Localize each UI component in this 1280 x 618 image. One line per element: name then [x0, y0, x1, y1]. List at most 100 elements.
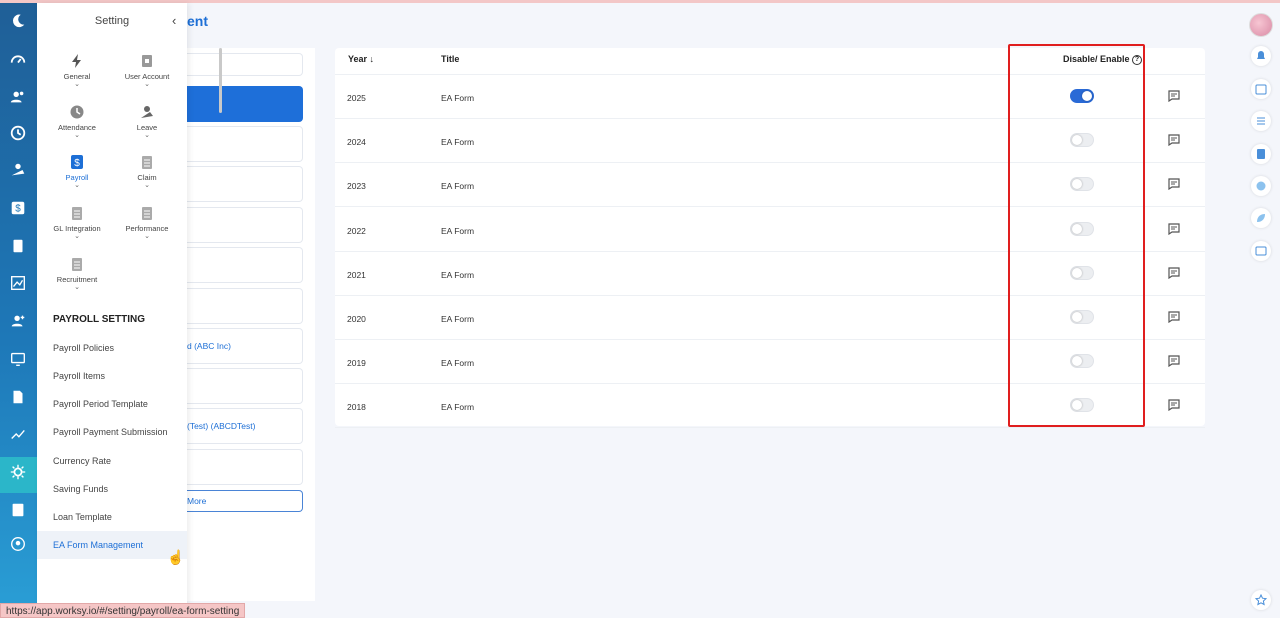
calendar-icon[interactable] — [1251, 79, 1271, 99]
enable-toggle[interactable] — [1070, 177, 1094, 192]
menu-loan-template[interactable]: Loan Template — [53, 512, 112, 522]
clock-icon[interactable] — [1251, 176, 1271, 196]
table-row: 2019 EA Form — [335, 340, 1205, 385]
gear-icon[interactable] — [8, 462, 28, 482]
user-add-icon[interactable] — [8, 311, 28, 331]
cell-year: 2019 — [347, 358, 366, 369]
lock-icon — [142, 55, 152, 67]
company-item-selected[interactable] — [187, 86, 303, 122]
category-recruitment[interactable]: Recruitment ⌄ — [42, 256, 112, 292]
company-item[interactable] — [187, 247, 303, 283]
moon-logo-icon[interactable] — [8, 11, 28, 31]
enable-toggle[interactable] — [1070, 310, 1094, 324]
enable-toggle[interactable] — [1070, 265, 1094, 280]
menu-payroll-period-template[interactable]: Payroll Period Template — [53, 399, 148, 409]
company-name: d (ABC Inc) — [187, 341, 231, 351]
cell-title: EA Form — [441, 137, 475, 148]
clipboard-icon — [72, 207, 82, 220]
category-general[interactable]: General ⌄ — [42, 53, 112, 89]
star-icon[interactable] — [1251, 590, 1271, 610]
users-icon[interactable] — [8, 87, 28, 107]
cell-title: EA Form — [441, 269, 475, 280]
chevron-down-icon: ⌄ — [144, 233, 150, 240]
menu-ea-form-management[interactable]: EA Form Management — [53, 540, 143, 550]
category-user-account[interactable]: User Account ⌄ — [112, 53, 182, 89]
category-performance[interactable]: Performance ⌄ — [112, 205, 182, 241]
more-button[interactable]: More — [187, 490, 303, 512]
comment-icon[interactable] — [1168, 178, 1180, 191]
status-bar-url: https://app.worksy.io/#/setting/payroll/… — [0, 603, 246, 618]
enable-toggle[interactable] — [1070, 89, 1094, 103]
company-item[interactable] — [187, 449, 303, 485]
collapse-chevron-icon[interactable]: ‹ — [172, 13, 176, 28]
code-icon[interactable] — [1251, 241, 1271, 261]
menu-payroll-payment-submission[interactable]: Payroll Payment Submission — [53, 427, 168, 437]
help-circle-icon[interactable]: ? — [1132, 54, 1143, 65]
enable-toggle[interactable] — [1070, 221, 1094, 236]
clipboard-icon[interactable] — [1251, 144, 1271, 164]
menu-saving-funds[interactable]: Saving Funds — [53, 484, 108, 494]
bell-icon[interactable] — [1251, 46, 1271, 66]
file-icon[interactable] — [8, 500, 28, 520]
category-claim[interactable]: Claim ⌄ — [112, 154, 182, 190]
toggle-knob — [1082, 91, 1092, 101]
cell-year: 2025 — [347, 93, 366, 103]
comment-icon[interactable] — [1168, 134, 1180, 147]
enable-toggle[interactable] — [1070, 398, 1094, 413]
leave-icon[interactable] — [8, 160, 28, 180]
comment-icon[interactable] — [1168, 222, 1180, 235]
comment-icon[interactable] — [1168, 267, 1180, 279]
category-attendance[interactable]: Attendance ⌄ — [42, 104, 112, 140]
document-icon[interactable] — [8, 387, 28, 407]
dashboard-icon[interactable] — [8, 49, 28, 69]
enable-toggle[interactable] — [1070, 354, 1094, 369]
cell-year: 2022 — [347, 225, 366, 236]
toggle-knob — [1072, 135, 1082, 146]
flyout-scrollbar[interactable] — [219, 48, 222, 113]
list-icon[interactable] — [1251, 111, 1271, 131]
column-header-toggle: Disable/ Enable ? — [1063, 54, 1143, 65]
comment-icon[interactable] — [1168, 355, 1180, 368]
company-item[interactable] — [187, 368, 303, 404]
company-item[interactable] — [187, 126, 303, 162]
category-payroll[interactable]: $ Payroll ⌄ — [42, 154, 112, 190]
badge-icon[interactable] — [8, 534, 28, 554]
chevron-down-icon: ⌄ — [74, 284, 80, 291]
chevron-down-icon: ⌄ — [144, 182, 150, 189]
dollar-icon[interactable]: $ — [8, 198, 28, 218]
menu-payroll-items[interactable]: Payroll Items — [53, 371, 105, 381]
category-gl-integration[interactable]: GL Integration ⌄ — [42, 205, 112, 241]
company-item[interactable] — [187, 288, 303, 324]
company-search-input[interactable] — [187, 53, 303, 76]
toggle-knob — [1072, 267, 1082, 278]
comment-icon[interactable] — [1168, 90, 1180, 102]
clipboard-icon[interactable] — [8, 236, 28, 256]
cell-title: EA Form — [441, 225, 475, 236]
enable-toggle[interactable] — [1070, 133, 1094, 148]
clipboard-icon — [72, 258, 82, 271]
chevron-down-icon: ⌄ — [74, 233, 80, 240]
column-header-year[interactable]: Year ↓ — [348, 54, 374, 64]
cell-title: EA Form — [441, 358, 475, 369]
company-item-test[interactable]: (Test) (ABCDTest) — [187, 408, 303, 444]
menu-payroll-policies[interactable]: Payroll Policies — [53, 343, 114, 353]
company-name: (Test) (ABCDTest) — [187, 421, 256, 431]
avatar[interactable] — [1249, 13, 1273, 37]
toggle-knob — [1072, 312, 1082, 322]
monitor-icon[interactable] — [8, 349, 28, 369]
leaf-icon[interactable] — [1251, 208, 1271, 228]
clock-icon[interactable] — [8, 123, 28, 143]
company-item[interactable] — [187, 166, 303, 202]
category-leave[interactable]: Leave ⌄ — [112, 104, 182, 140]
chart-icon[interactable] — [8, 273, 28, 293]
menu-currency-rate[interactable]: Currency Rate — [53, 456, 111, 466]
lightning-icon — [72, 54, 81, 68]
trend-icon[interactable] — [8, 424, 28, 444]
company-item-abc[interactable]: d (ABC Inc) — [187, 328, 303, 364]
sort-arrow-down-icon[interactable]: ↓ — [370, 54, 375, 64]
chevron-down-icon: ⌄ — [74, 81, 80, 88]
comment-icon[interactable] — [1168, 399, 1180, 412]
company-item[interactable] — [187, 207, 303, 243]
comment-icon[interactable] — [1168, 311, 1180, 323]
settings-flyout: Setting ‹ General ⌄ User Account ⌄ Atten… — [37, 3, 222, 618]
